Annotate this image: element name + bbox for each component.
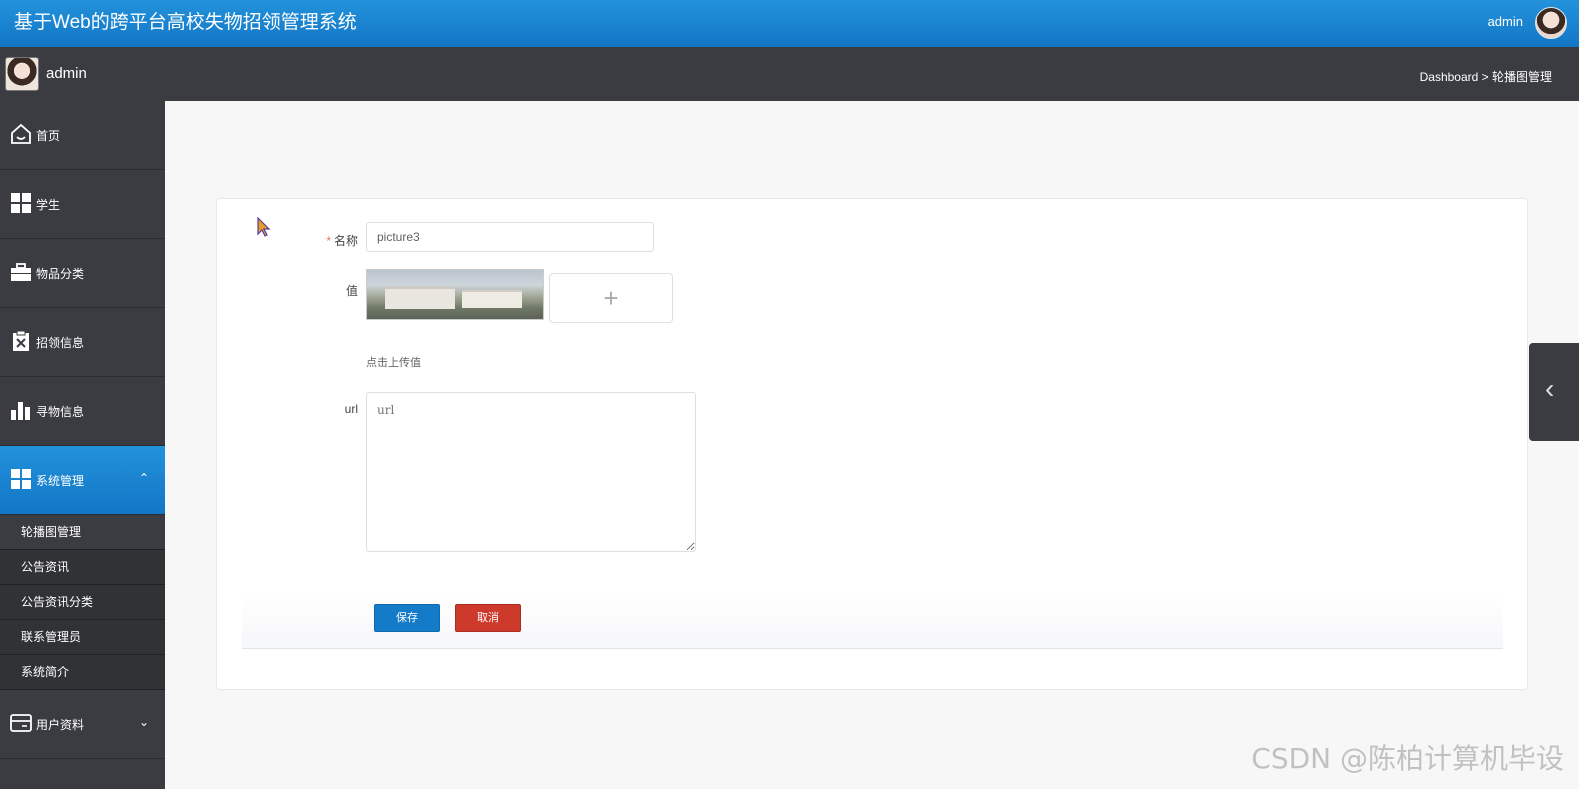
- sidebar-item-label: 招领信息: [36, 336, 85, 350]
- required-mark: *: [326, 234, 331, 248]
- user-bar: admin Dashboard > 轮播图管理: [0, 47, 1579, 101]
- sidebar-item-label: 用户资料: [36, 718, 85, 732]
- upload-button[interactable]: +: [549, 273, 673, 323]
- thumbnail-building: [385, 287, 455, 309]
- uploaded-image-thumbnail[interactable]: [366, 269, 544, 320]
- app-title: 基于Web的跨平台高校失物招领管理系统: [14, 12, 357, 33]
- home-icon: [11, 123, 31, 144]
- chevron-left-icon: ‹: [1545, 373, 1555, 404]
- url-textarea[interactable]: [366, 392, 696, 552]
- submenu-carousel[interactable]: 轮播图管理: [0, 515, 165, 550]
- thumbnail-building: [462, 290, 522, 308]
- sidebar-item-found[interactable]: 招领信息: [0, 308, 165, 377]
- submenu-news-category[interactable]: 公告资讯分类: [0, 585, 165, 620]
- sidebar-item-home[interactable]: 首页: [0, 101, 165, 170]
- top-header: 基于Web的跨平台高校失物招领管理系统 admin: [0, 0, 1579, 47]
- breadcrumb: Dashboard > 轮播图管理: [1419, 70, 1552, 84]
- sidebar-item-label: 物品分类: [36, 267, 85, 281]
- sidebar-item-user-profile[interactable]: 用户资料 ⌄: [0, 690, 165, 759]
- sidebar-item-lost[interactable]: 寻物信息: [0, 377, 165, 446]
- briefcase-icon: [11, 263, 31, 281]
- sidebar: 首页 学生 物品分类 招领信息 寻物信息 系统管理 ⌃ 轮播图管理 公告资讯 公…: [0, 101, 165, 789]
- card-icon: [10, 714, 32, 732]
- value-label: 值: [345, 284, 358, 298]
- sidebar-item-label: 寻物信息: [36, 405, 85, 419]
- submenu-contact-admin[interactable]: 联系管理员: [0, 620, 165, 655]
- url-label: url: [344, 402, 358, 416]
- sidebar-username: admin: [46, 65, 87, 82]
- cancel-button[interactable]: 取消: [455, 604, 521, 632]
- sidebar-item-system[interactable]: 系统管理 ⌃: [0, 446, 165, 515]
- sidebar-item-students[interactable]: 学生: [0, 170, 165, 239]
- submenu-system-intro[interactable]: 系统简介: [0, 655, 165, 690]
- clipboard-icon: [13, 330, 29, 351]
- sidebar-item-label: 首页: [36, 129, 61, 143]
- form-card: *名称 值 + 点击上传值 url 保存 取消: [216, 198, 1528, 690]
- name-label: * 名称: [326, 234, 358, 248]
- avatar-icon[interactable]: [1535, 7, 1567, 39]
- grid-icon: [11, 469, 31, 489]
- grid-icon: [11, 193, 31, 213]
- plus-icon: +: [603, 283, 619, 313]
- chevron-down-icon: ⌄: [138, 715, 149, 729]
- save-button[interactable]: 保存: [374, 604, 440, 632]
- upload-hint: 点击上传值: [366, 357, 421, 369]
- name-input[interactable]: [366, 222, 654, 252]
- mouse-cursor-icon: [257, 217, 271, 237]
- sidebar-item-categories[interactable]: 物品分类: [0, 239, 165, 308]
- sidebar-item-label: 系统管理: [36, 474, 85, 488]
- button-bar: 保存 取消: [242, 591, 1503, 649]
- submenu-news[interactable]: 公告资讯: [0, 550, 165, 585]
- collapse-panel-button[interactable]: ‹: [1529, 343, 1579, 441]
- header-username[interactable]: admin: [1488, 14, 1523, 29]
- sidebar-item-label: 学生: [36, 198, 61, 212]
- chevron-up-icon: ⌃: [138, 471, 149, 485]
- watermark: CSDN @陈柏计算机毕设: [1251, 742, 1564, 775]
- bar-chart-icon: [11, 402, 30, 420]
- sidebar-avatar-icon: [5, 57, 39, 91]
